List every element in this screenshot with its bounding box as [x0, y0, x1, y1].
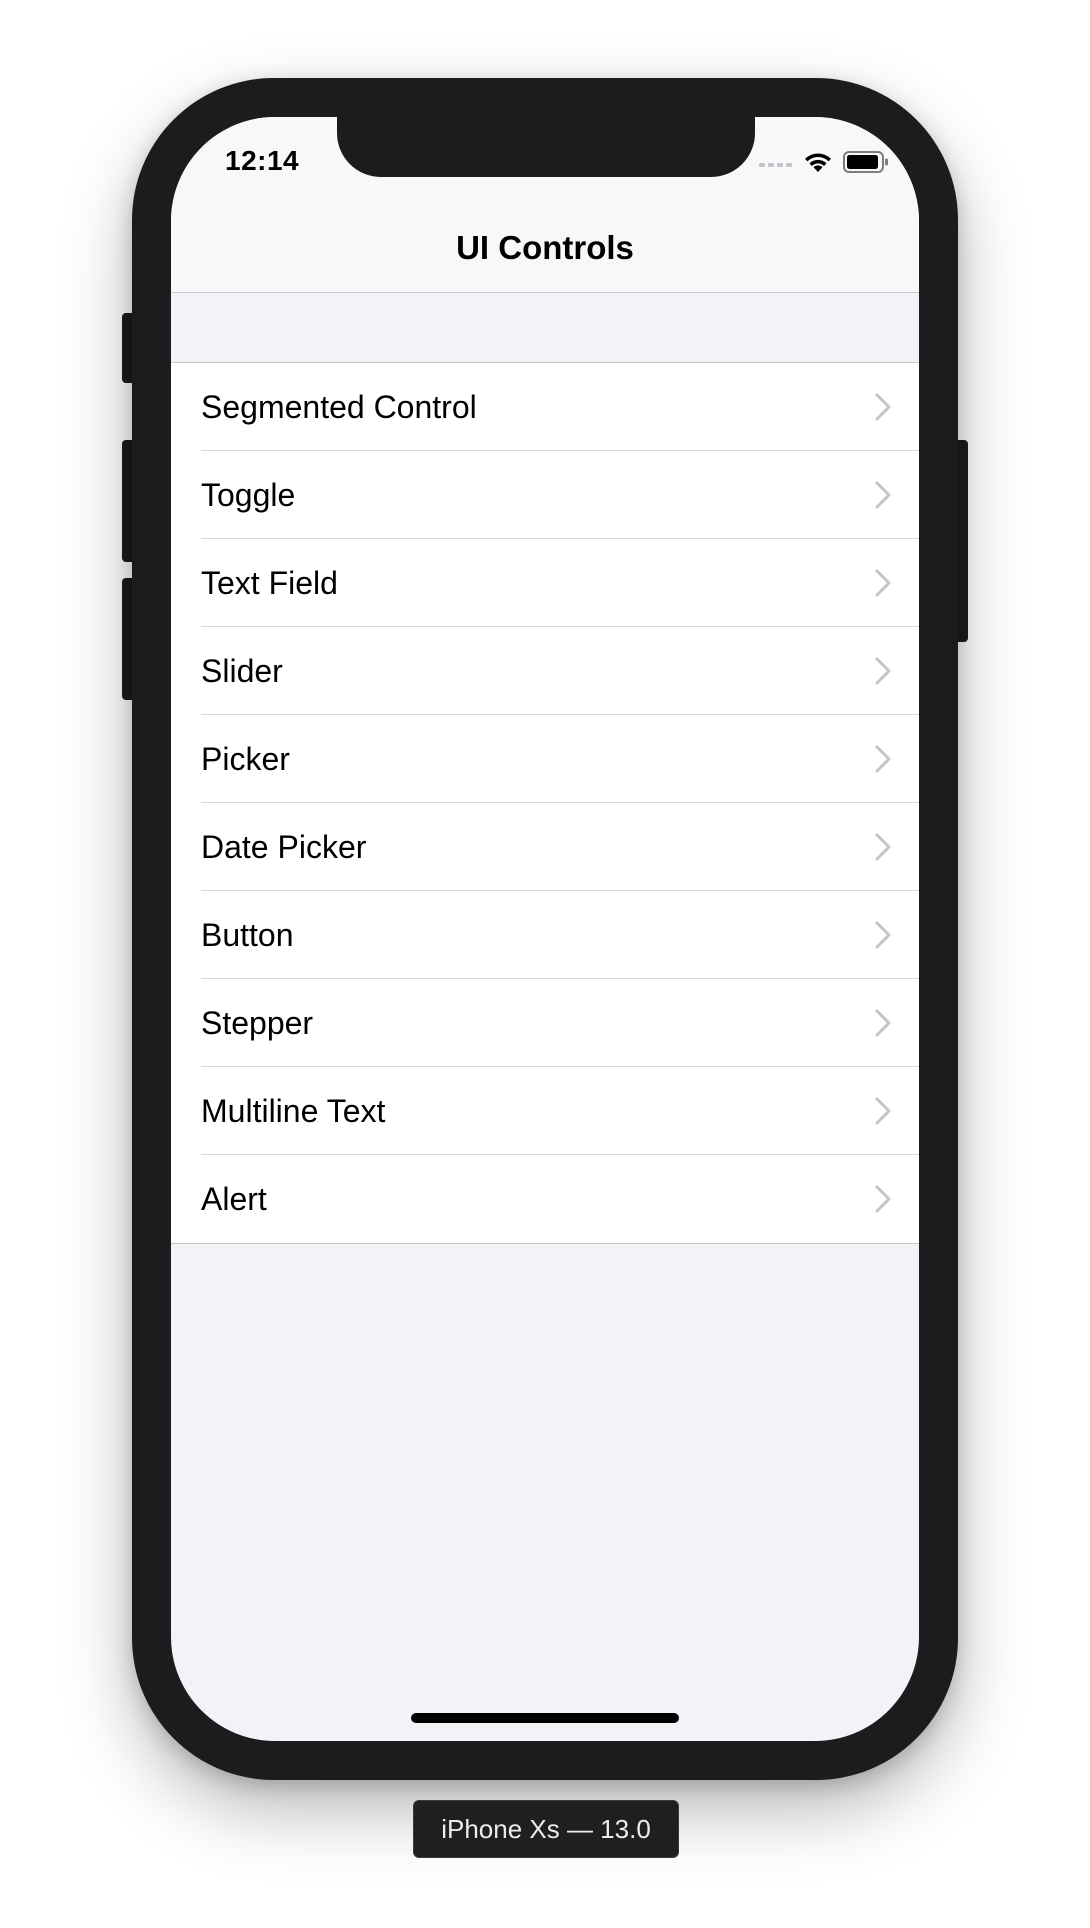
- cellular-signal-icon: [759, 163, 792, 167]
- device-label: iPhone Xs — 13.0: [413, 1800, 679, 1858]
- list-item-label: Segmented Control: [201, 388, 477, 425]
- list-item-label: Slider: [201, 652, 283, 689]
- phone-screen: UI Controls 12:14 Segmented Control Togg…: [171, 117, 919, 1741]
- battery-icon: [843, 151, 888, 173]
- list-item-label: Text Field: [201, 564, 338, 601]
- list-item[interactable]: Slider: [171, 627, 919, 715]
- chevron-right-icon: [875, 833, 891, 861]
- chevron-right-icon: [875, 1097, 891, 1125]
- list-item[interactable]: Picker: [171, 715, 919, 803]
- list-item-label: Multiline Text: [201, 1092, 386, 1129]
- simulator-stage: UI Controls 12:14 Segmented Control Togg…: [0, 0, 1090, 1928]
- list-item-label: Picker: [201, 740, 290, 777]
- list-item-label: Button: [201, 916, 294, 953]
- status-icons: [759, 151, 889, 173]
- list-item[interactable]: Stepper: [171, 979, 919, 1067]
- list-item[interactable]: Segmented Control: [171, 363, 919, 451]
- controls-list: Segmented Control Toggle Text Field Slid…: [171, 362, 919, 1244]
- chevron-right-icon: [875, 1185, 891, 1213]
- list-item-label: Toggle: [201, 476, 296, 513]
- list-item-label: Stepper: [201, 1004, 314, 1041]
- wifi-icon: [805, 153, 831, 172]
- list-item-label: Date Picker: [201, 828, 367, 865]
- chevron-right-icon: [875, 921, 891, 949]
- list-item[interactable]: Button: [171, 891, 919, 979]
- chevron-right-icon: [875, 569, 891, 597]
- chevron-right-icon: [875, 1009, 891, 1037]
- chevron-right-icon: [875, 481, 891, 509]
- chevron-right-icon: [875, 657, 891, 685]
- list-item-label: Alert: [201, 1180, 267, 1217]
- chevron-right-icon: [875, 393, 891, 421]
- list-item[interactable]: Text Field: [171, 539, 919, 627]
- chevron-right-icon: [875, 745, 891, 773]
- list-item[interactable]: Alert: [171, 1155, 919, 1243]
- list-item[interactable]: Date Picker: [171, 803, 919, 891]
- home-indicator[interactable]: [411, 1713, 679, 1723]
- list-item[interactable]: Toggle: [171, 451, 919, 539]
- page-title: UI Controls: [456, 229, 634, 266]
- notch: [337, 117, 755, 177]
- list-item[interactable]: Multiline Text: [171, 1067, 919, 1155]
- status-time: 12:14: [225, 145, 300, 176]
